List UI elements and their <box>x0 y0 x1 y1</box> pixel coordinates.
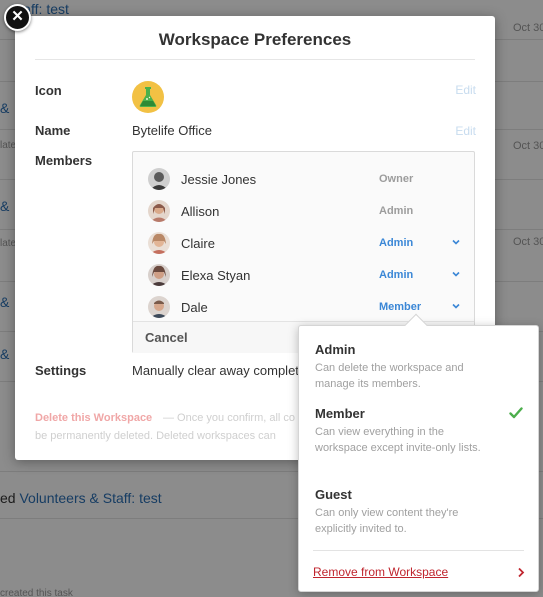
edit-name-link[interactable]: Edit <box>455 124 476 138</box>
role-option-description: Can delete the workspace and manage its … <box>315 362 464 390</box>
flask-icon <box>139 87 157 107</box>
member-row: Jessie Jones Owner <box>133 163 474 195</box>
role-popover: Admin Can delete the workspace and manag… <box>298 313 539 592</box>
checkmark-icon <box>509 407 523 419</box>
delete-workspace-link[interactable]: Delete this Workspace <box>35 412 152 424</box>
chevron-down-icon[interactable] <box>451 237 461 247</box>
role-option-admin[interactable]: Admin Can delete the workspace and manag… <box>299 342 538 392</box>
remove-from-workspace-link[interactable]: Remove from Workspace <box>313 565 448 579</box>
member-role: Owner <box>379 173 414 185</box>
avatar <box>148 168 170 190</box>
member-name: Dale <box>181 300 208 315</box>
delete-warning-text-2: be permanently deleted. Deleted workspac… <box>35 430 276 442</box>
edit-icon-link[interactable]: Edit <box>455 83 476 97</box>
settings-label: Settings <box>35 363 87 378</box>
member-name: Elexa Styan <box>181 268 251 283</box>
role-option-title: Guest <box>315 487 352 502</box>
icon-label: Icon <box>35 83 62 98</box>
avatar <box>148 296 170 318</box>
role-option-member[interactable]: Member Can view everything in the worksp… <box>299 406 538 472</box>
close-icon: ✕ <box>11 8 24 25</box>
member-name: Claire <box>181 236 215 251</box>
member-role-dropdown[interactable]: Admin <box>379 237 413 249</box>
member-name: Jessie Jones <box>181 172 257 187</box>
workspace-icon[interactable] <box>132 81 164 113</box>
member-role: Admin <box>379 205 414 217</box>
chevron-right-icon[interactable] <box>517 567 525 578</box>
member-role-dropdown[interactable]: Admin <box>379 269 413 281</box>
popover-divider <box>313 550 524 551</box>
avatar <box>148 232 170 254</box>
members-label: Members <box>35 153 93 168</box>
dialog-title: Workspace Preferences <box>158 30 352 49</box>
avatar <box>148 264 170 286</box>
role-option-title: Admin <box>315 342 356 357</box>
member-row: Allison Admin <box>133 195 474 227</box>
member-row[interactable]: Dale Member <box>133 291 474 323</box>
role-option-title: Member <box>315 406 365 421</box>
member-row[interactable]: Elexa Styan Admin <box>133 259 474 291</box>
close-button[interactable]: ✕ <box>4 4 31 31</box>
role-option-description: Can view everything in the workspace exc… <box>315 426 481 454</box>
member-row[interactable]: Claire Admin <box>133 227 474 259</box>
cancel-button[interactable]: Cancel <box>145 330 188 345</box>
avatar <box>148 200 170 222</box>
member-role-dropdown[interactable]: Member <box>379 301 421 313</box>
chevron-down-icon[interactable] <box>451 301 461 311</box>
settings-value[interactable]: Manually clear away complete <box>132 363 306 378</box>
delete-warning-text: — Once you confirm, all co <box>163 412 296 424</box>
workspace-name: Bytelife Office <box>132 123 212 138</box>
title-divider <box>35 59 475 60</box>
member-name: Allison <box>181 204 220 219</box>
chevron-down-icon[interactable] <box>451 269 461 279</box>
role-option-guest[interactable]: Guest Can only view content they're expl… <box>299 487 538 537</box>
role-option-description: Can only view content they're explicitly… <box>315 507 459 535</box>
name-label: Name <box>35 123 71 138</box>
